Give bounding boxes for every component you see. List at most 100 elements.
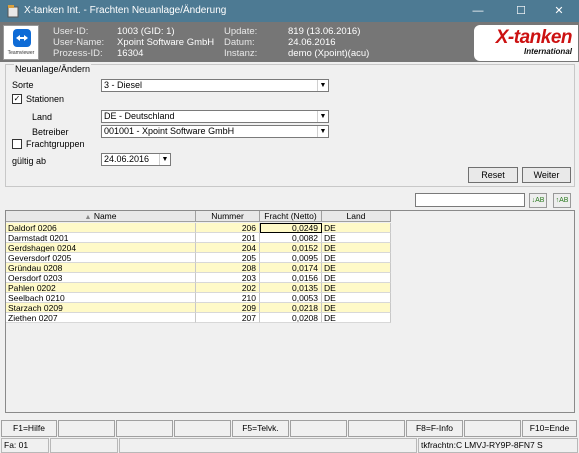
instanz-value: demo (Xpoint)(acu) xyxy=(288,48,370,59)
prozess-id-label: Prozess-ID: xyxy=(53,48,103,59)
cell-fracht: 0,0095 xyxy=(260,253,322,263)
land-label: Land xyxy=(32,112,53,122)
sort-ascending-icon[interactable]: ↓AB xyxy=(529,193,547,208)
fkey-button-3[interactable] xyxy=(116,420,173,437)
logo-main-text: X-tanken xyxy=(495,27,573,48)
window-title: X-tanken Int. - Frachten Neuanlage/Änder… xyxy=(24,5,227,16)
column-header-name[interactable]: ▲ Name xyxy=(6,211,196,222)
gueltig-ab-datepicker[interactable]: 24.06.2016 ▼ xyxy=(101,153,171,166)
table-row[interactable]: Seelbach 0210 210 0,0053 DE xyxy=(6,293,391,303)
gueltig-ab-label: gültig ab xyxy=(12,156,47,166)
cell-fracht: 0,0218 xyxy=(260,303,322,313)
chevron-down-icon[interactable]: ▼ xyxy=(317,80,328,91)
cell-nummer: 202 xyxy=(196,283,260,293)
table-row[interactable]: Gründau 0208 208 0,0174 DE xyxy=(6,263,391,273)
datum-value: 24.06.2016 xyxy=(288,37,336,48)
cell-nummer: 209 xyxy=(196,303,260,313)
teamviewer-icon xyxy=(13,29,31,47)
column-header-nummer[interactable]: Nummer xyxy=(196,211,260,222)
cell-name: Darmstadt 0201 xyxy=(6,233,196,243)
sorte-select[interactable]: 3 - Diesel ▼ xyxy=(101,79,329,92)
sorte-value: 3 - Diesel xyxy=(104,80,143,90)
stationen-checkbox[interactable]: ✓ xyxy=(12,94,22,104)
app-icon xyxy=(7,5,19,18)
fkey-button-8[interactable]: F8=F-Info xyxy=(406,420,463,437)
cell-name: Starzach 0209 xyxy=(6,303,196,313)
fkey-button-1[interactable]: F1=Hilfe xyxy=(1,420,57,437)
sorte-label: Sorte xyxy=(12,80,34,90)
cell-land: DE xyxy=(322,233,391,243)
cell-land: DE xyxy=(322,253,391,263)
check-icon: ✓ xyxy=(13,94,21,103)
chevron-down-icon[interactable]: ▼ xyxy=(317,111,328,122)
column-header-fracht[interactable]: Fracht (Netto) xyxy=(260,211,322,222)
cell-land: DE xyxy=(322,293,391,303)
land-select[interactable]: DE - Deutschland ▼ xyxy=(101,110,329,123)
land-value: DE - Deutschland xyxy=(104,111,175,121)
fkey-button-4[interactable] xyxy=(174,420,231,437)
column-header-land[interactable]: Land xyxy=(322,211,391,222)
cell-fracht: 0,0152 xyxy=(260,243,322,253)
cell-name: Seelbach 0210 xyxy=(6,293,196,303)
chevron-down-icon[interactable]: ▼ xyxy=(317,126,328,137)
chevron-down-icon[interactable]: ▼ xyxy=(159,154,170,165)
status-firma: Fa: 01 xyxy=(1,438,49,453)
title-bar: X-tanken Int. - Frachten Neuanlage/Änder… xyxy=(0,0,579,22)
user-id-value: 1003 (GID: 1) xyxy=(117,26,175,37)
cell-name: Daldorf 0206 xyxy=(6,223,196,233)
cell-nummer: 208 xyxy=(196,263,260,273)
table-row[interactable]: Oersdorf 0203 203 0,0156 DE xyxy=(6,273,391,283)
reset-button[interactable]: Reset xyxy=(468,167,518,183)
fkey-button-7[interactable] xyxy=(348,420,405,437)
table-row[interactable]: Daldorf 0206 206 0,0249 DE xyxy=(6,223,391,233)
table-row[interactable]: Geversdorf 0205 205 0,0095 DE xyxy=(6,253,391,263)
cell-nummer: 206 xyxy=(196,223,260,233)
teamviewer-button[interactable]: Teamviewer xyxy=(3,25,39,60)
cell-fracht: 0,0208 xyxy=(260,313,322,323)
table-row[interactable]: Starzach 0209 209 0,0218 DE xyxy=(6,303,391,313)
table-row[interactable]: Gerdshagen 0204 204 0,0152 DE xyxy=(6,243,391,253)
cell-nummer: 203 xyxy=(196,273,260,283)
table-row[interactable]: Pahlen 0202 202 0,0135 DE xyxy=(6,283,391,293)
fkey-button-10[interactable]: F10=Ende xyxy=(522,420,577,437)
cell-name: Oersdorf 0203 xyxy=(6,273,196,283)
fkey-button-6[interactable] xyxy=(290,420,347,437)
weiter-button[interactable]: Weiter xyxy=(522,167,571,183)
cell-name: Gründau 0208 xyxy=(6,263,196,273)
cell-land: DE xyxy=(322,223,391,233)
fkey-button-2[interactable] xyxy=(58,420,115,437)
search-input[interactable] xyxy=(415,193,525,207)
logo-sub-text: International xyxy=(523,47,572,56)
close-button[interactable]: ✕ xyxy=(539,0,579,22)
cell-land: DE xyxy=(322,263,391,273)
user-name-label: User-Name: xyxy=(53,37,105,48)
cell-fracht: 0,0135 xyxy=(260,283,322,293)
update-value: 819 (13.06.2016) xyxy=(288,26,361,37)
cell-land: DE xyxy=(322,303,391,313)
betreiber-select[interactable]: 001001 - Xpoint Software GmbH ▼ xyxy=(101,125,329,138)
table-row[interactable]: Darmstadt 0201 201 0,0082 DE xyxy=(6,233,391,243)
update-label: Update: xyxy=(224,26,258,37)
cell-land: DE xyxy=(322,313,391,323)
status-panel xyxy=(50,438,118,453)
function-key-bar: F1=Hilfe F5=Telvk. F8=F-Info F10=Ende xyxy=(0,420,579,437)
gueltig-ab-value: 24.06.2016 xyxy=(104,154,150,164)
cell-nummer: 204 xyxy=(196,243,260,253)
table-row[interactable]: Ziethen 0207 207 0,0208 DE xyxy=(6,313,391,323)
cell-land: DE xyxy=(322,283,391,293)
fkey-button-5[interactable]: F5=Telvk. xyxy=(232,420,289,437)
x-tanken-logo: X-tanken International xyxy=(474,25,578,61)
maximize-button[interactable]: ☐ xyxy=(501,0,541,22)
cell-land: DE xyxy=(322,273,391,283)
status-panel xyxy=(119,438,417,453)
frachtgruppen-checkbox[interactable] xyxy=(12,139,22,149)
status-program: tkfrachtn:C LMVJ-RY9P-8FN7 S xyxy=(418,438,578,453)
minimize-button[interactable]: — xyxy=(458,0,498,22)
cell-name: Gerdshagen 0204 xyxy=(6,243,196,253)
cell-nummer: 207 xyxy=(196,313,260,323)
fkey-button-9[interactable] xyxy=(464,420,521,437)
sort-descending-icon[interactable]: ↑AB xyxy=(553,193,571,208)
cell-nummer: 205 xyxy=(196,253,260,263)
cell-name: Pahlen 0202 xyxy=(6,283,196,293)
cell-land: DE xyxy=(322,243,391,253)
